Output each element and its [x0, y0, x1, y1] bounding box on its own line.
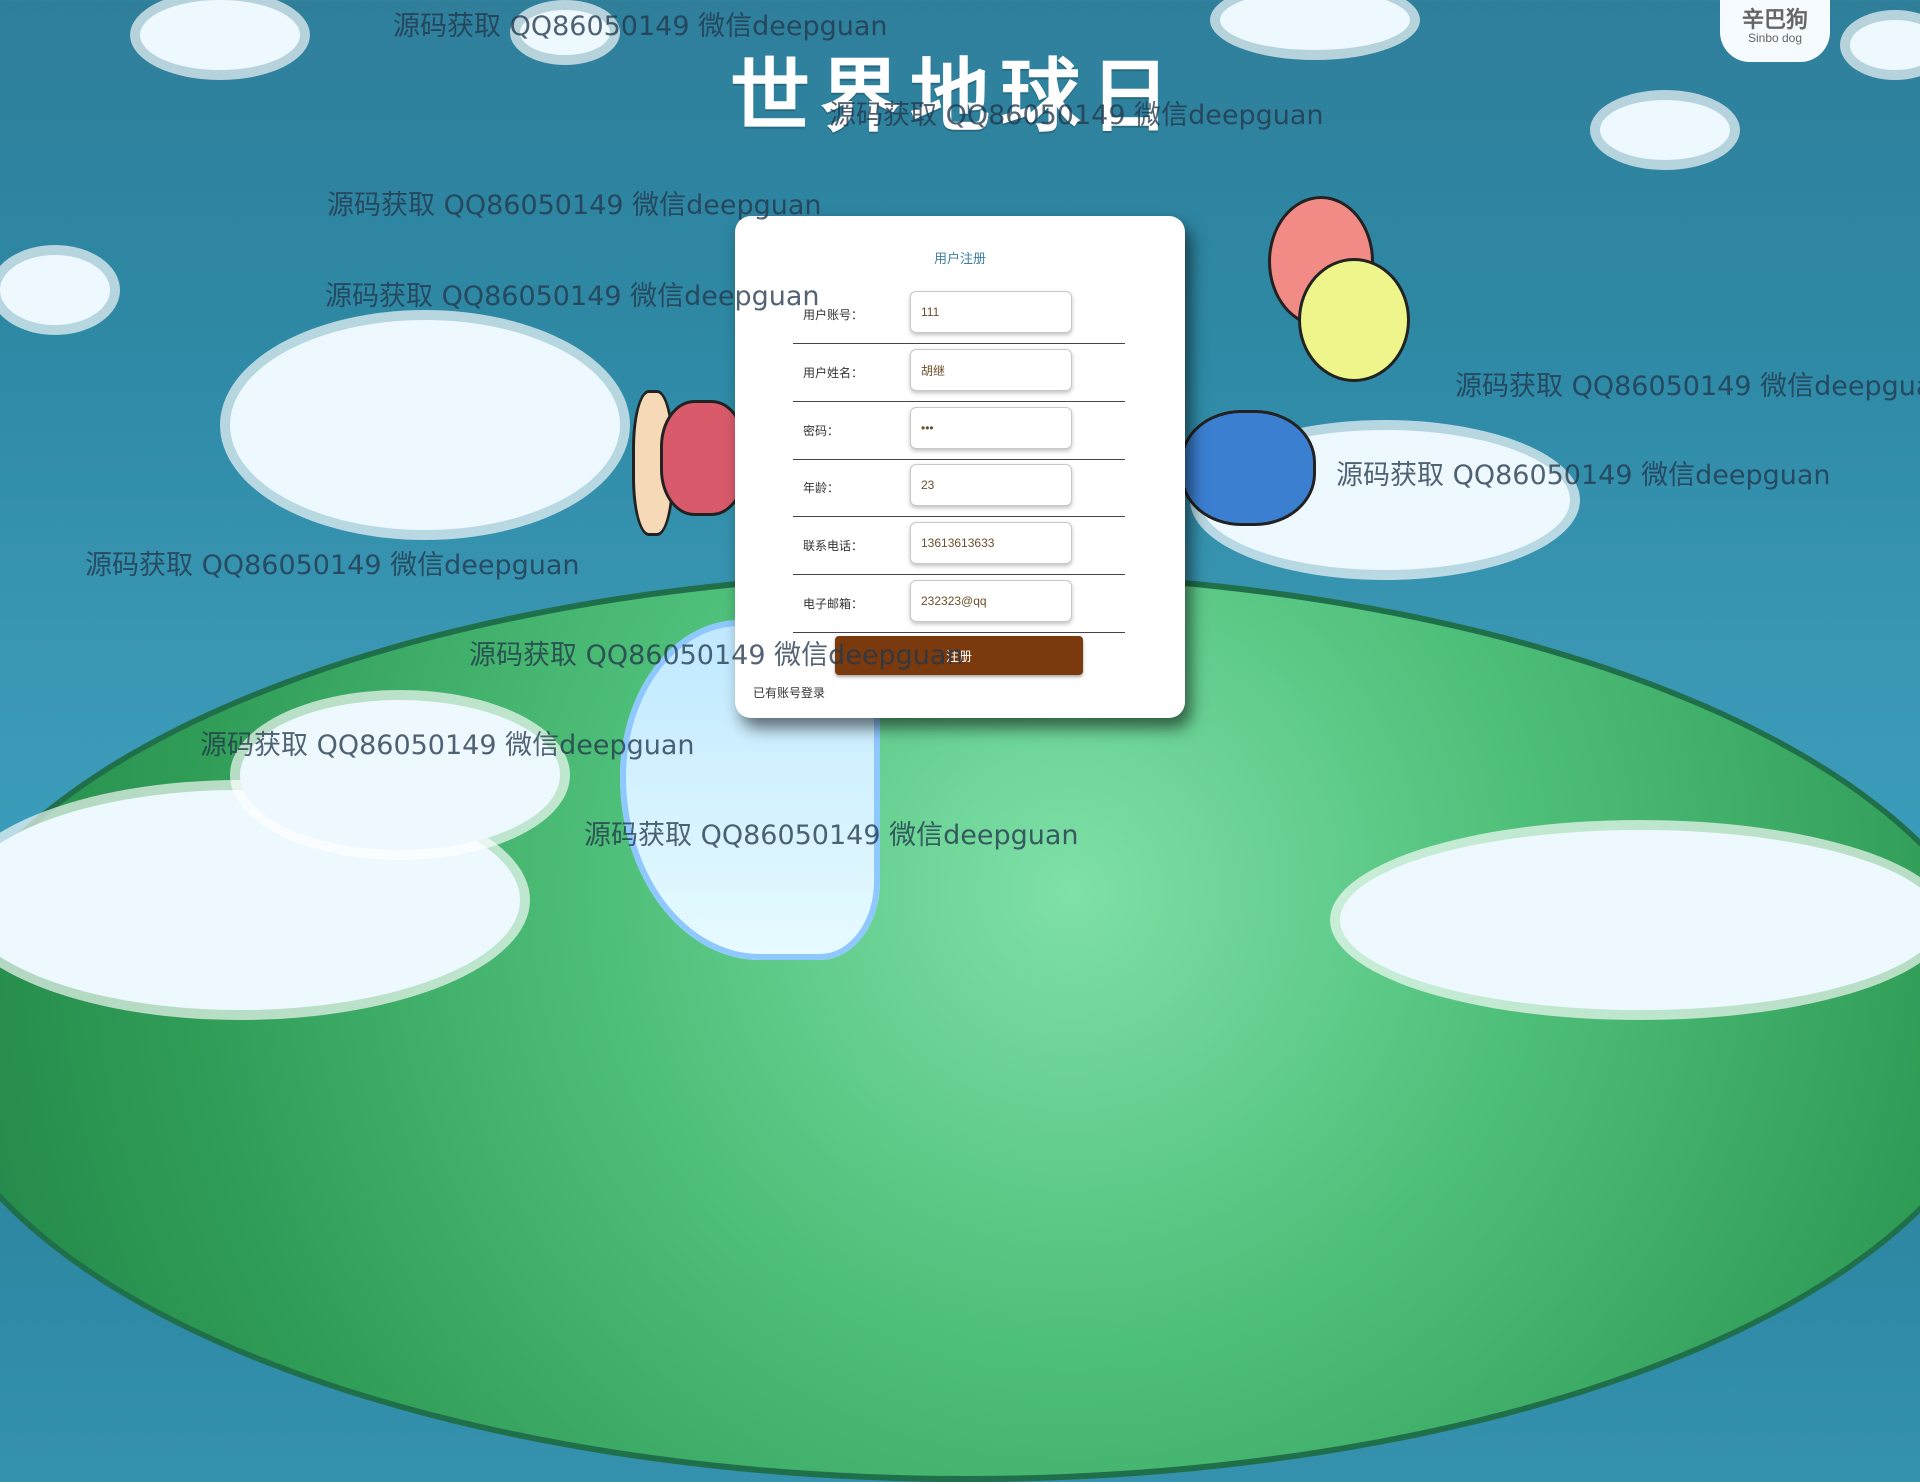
phone-input[interactable] — [910, 522, 1072, 564]
brand-logo: 辛巴狗 Sinbo dog — [1720, 0, 1830, 62]
field-row-email: 电子邮箱： — [793, 575, 1125, 633]
form-title: 用户注册 — [933, 251, 986, 266]
cloud — [1340, 830, 1920, 1010]
register-button[interactable]: 注册 — [835, 636, 1083, 675]
password-label: 密码： — [803, 424, 840, 438]
age-input[interactable] — [910, 464, 1072, 506]
email-input[interactable] — [910, 580, 1072, 622]
cloud — [140, 0, 300, 70]
email-label: 电子邮箱： — [803, 597, 864, 611]
age-label: 年龄： — [803, 481, 840, 495]
field-row-phone: 联系电话： — [793, 517, 1125, 575]
cloud — [230, 320, 620, 530]
cloud — [1850, 20, 1920, 70]
register-card: 用户注册 用户账号： 用户姓名： 密码： 年龄： 联系电话： 电子邮箱： 注册 … — [735, 216, 1185, 718]
brand-chinese: 辛巴狗 — [1741, 7, 1808, 32]
field-row-name: 用户姓名： — [793, 344, 1125, 402]
plane-body — [660, 400, 746, 516]
account-input[interactable] — [910, 291, 1072, 333]
cloud — [1600, 100, 1730, 160]
login-link[interactable]: 已有账号登录 — [753, 684, 825, 701]
field-row-age: 年龄： — [793, 459, 1125, 517]
banner-title: 世界地球日 — [730, 50, 1180, 143]
watermark: 源码获取 QQ86050149 微信deepguan — [1455, 371, 1920, 402]
name-label: 用户姓名： — [803, 366, 864, 380]
brand-english: Sinbo dog — [1747, 31, 1803, 45]
cloud — [0, 255, 110, 325]
cloud — [520, 10, 610, 55]
cloud — [240, 700, 560, 850]
password-input[interactable] — [910, 407, 1072, 449]
field-row-password: 密码： — [793, 402, 1125, 460]
balloon-yellow — [1298, 258, 1410, 382]
plane-tail — [1180, 410, 1316, 526]
name-input[interactable] — [910, 349, 1072, 391]
account-label: 用户账号： — [803, 308, 864, 322]
field-row-account: 用户账号： — [793, 286, 1125, 344]
watermark: 源码获取 QQ86050149 微信deepguan — [85, 550, 580, 581]
cloud — [1220, 0, 1410, 50]
phone-label: 联系电话： — [803, 539, 864, 553]
